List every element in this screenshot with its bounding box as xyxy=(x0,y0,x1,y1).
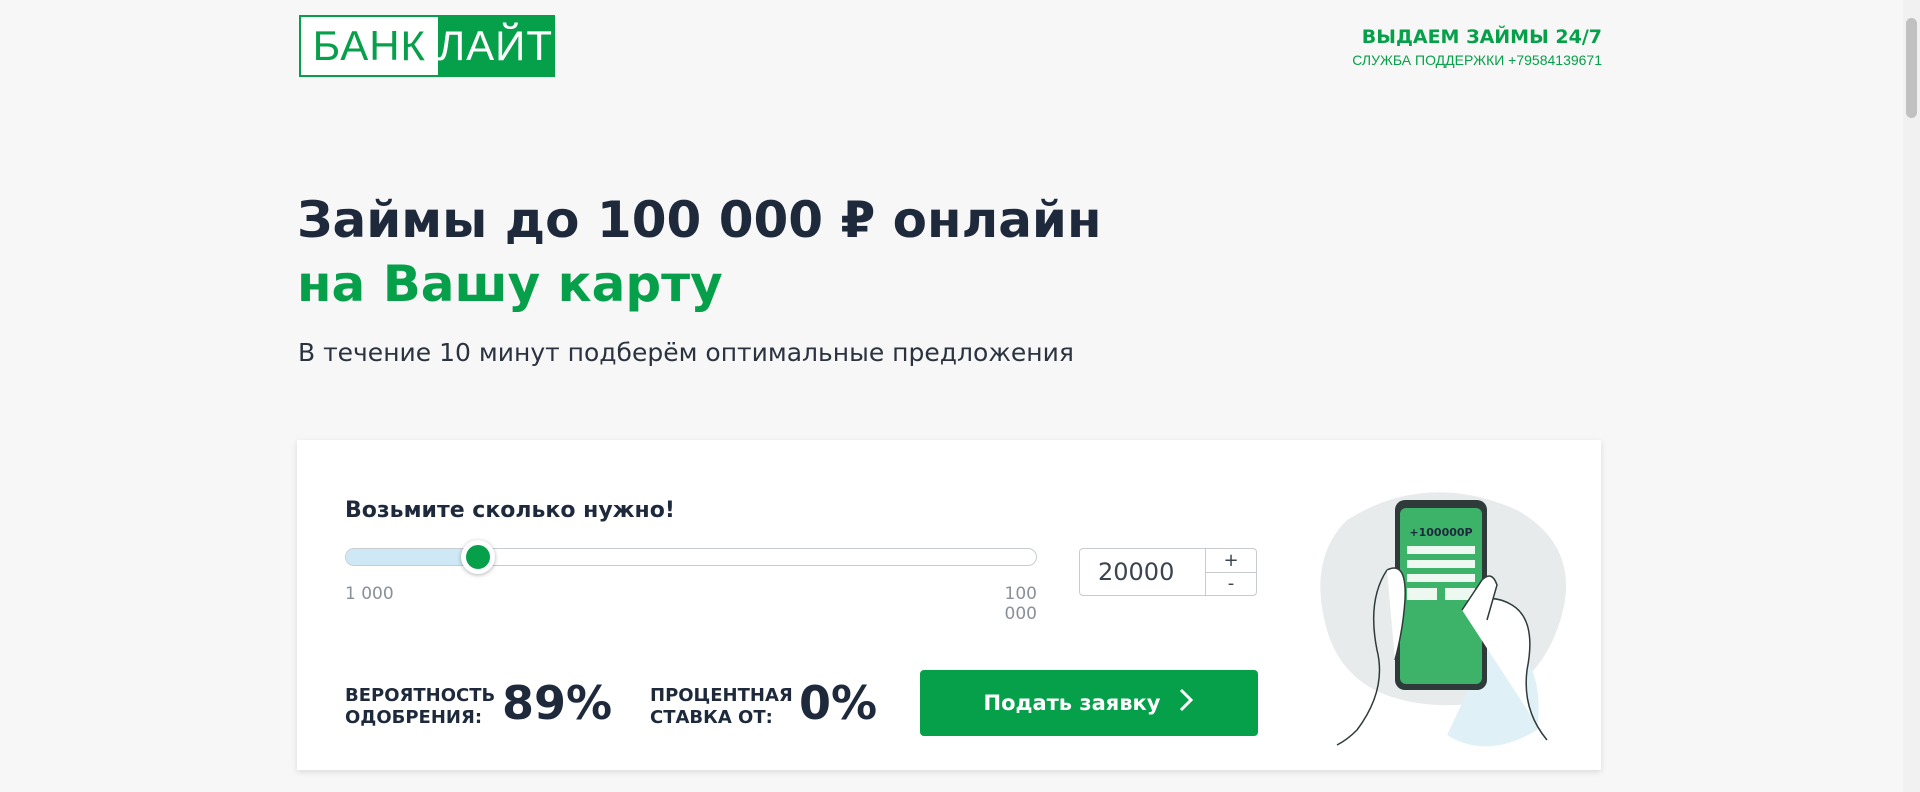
chevron-right-icon xyxy=(1178,687,1194,720)
amount-stepper: + - xyxy=(1079,548,1257,596)
calculator-title: Возьмите сколько нужно! xyxy=(345,498,675,523)
scrollbar-thumb[interactable] xyxy=(1906,18,1917,118)
rate-label: ПРОЦЕНТНАЯ СТАВКА ОТ: xyxy=(650,685,793,729)
approval-label-line2: ОДОБРЕНИЯ: xyxy=(345,707,483,728)
stepper-buttons: + - xyxy=(1206,549,1256,595)
phone-in-hands-illustration: +100000Р xyxy=(1320,492,1566,747)
header-contact: ВЫДАЕМ ЗАЙМЫ 24/7 СЛУЖБА ПОДДЕРЖКИ +7958… xyxy=(1352,26,1602,68)
hero-title-line2: на Вашу карту xyxy=(297,255,723,313)
logo[interactable]: БАНК ЛАЙТ xyxy=(299,15,555,77)
hero-subtitle: В течение 10 минут подберём оптимальные … xyxy=(298,338,1074,367)
apply-button-label: Подать заявку xyxy=(983,691,1161,715)
amount-slider-track[interactable] xyxy=(345,548,1037,566)
loan-calculator-card: Возьмите сколько нужно! 1 000 100 000 + … xyxy=(297,440,1601,770)
hero-title: Займы до 100 000 ₽ онлайн на Вашу карту xyxy=(297,188,1102,316)
phone-amount-text: +100000Р xyxy=(1409,526,1472,539)
slider-min-label: 1 000 xyxy=(345,584,394,604)
amount-slider-fill xyxy=(346,549,479,565)
rate-label-line2: СТАВКА ОТ: xyxy=(650,707,773,728)
rate-value: 0% xyxy=(799,676,878,730)
rate-label-line1: ПРОЦЕНТНАЯ xyxy=(650,685,793,706)
slider-max-label: 100 000 xyxy=(1004,584,1037,624)
increment-button[interactable]: + xyxy=(1206,549,1256,573)
hero-title-line1: Займы до 100 000 ₽ онлайн xyxy=(297,191,1102,249)
approval-label-line1: ВЕРОЯТНОСТЬ xyxy=(345,685,496,706)
amount-slider-handle[interactable] xyxy=(460,540,495,574)
support-phone[interactable]: СЛУЖБА ПОДДЕРЖКИ +79584139671 xyxy=(1352,52,1602,68)
header-tagline: ВЫДАЕМ ЗАЙМЫ 24/7 xyxy=(1361,26,1602,48)
page-scrollbar[interactable] xyxy=(1903,0,1920,792)
approval-value: 89% xyxy=(502,676,613,730)
decrement-button[interactable]: - xyxy=(1206,573,1256,596)
logo-text-right: ЛАЙТ xyxy=(437,17,553,75)
logo-text-left: БАНК xyxy=(312,22,427,69)
amount-input[interactable] xyxy=(1080,549,1206,595)
approval-label: ВЕРОЯТНОСТЬ ОДОБРЕНИЯ: xyxy=(345,685,495,729)
apply-button[interactable]: Подать заявку xyxy=(920,670,1258,736)
